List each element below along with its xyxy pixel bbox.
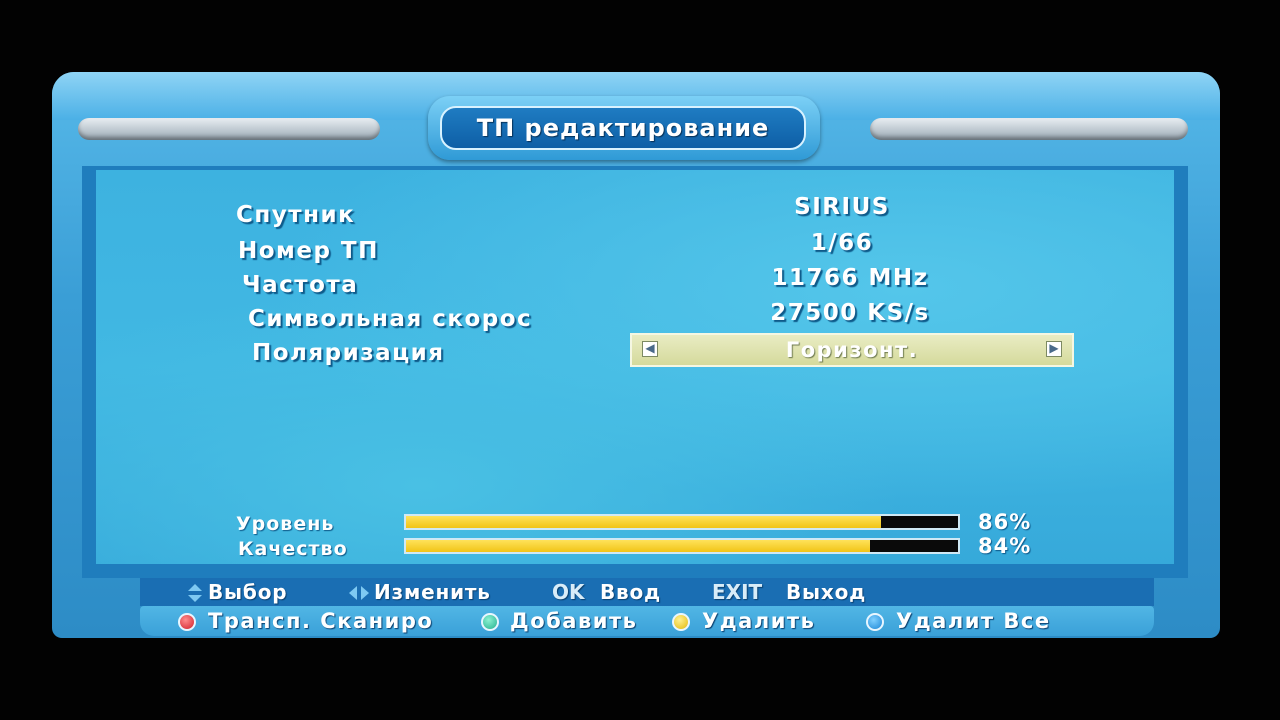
tp-number-value[interactable]: 1/66 — [682, 230, 1002, 256]
title-rail-right — [870, 118, 1188, 140]
symbol-rate-value[interactable]: 27500 KS/s — [690, 300, 1010, 326]
red-key-icon — [178, 613, 196, 631]
quality-bar-fill — [406, 540, 870, 552]
title-rail-left — [78, 118, 380, 140]
hint-enter: Ввод — [600, 580, 661, 604]
quality-percent: 84% — [978, 534, 1032, 558]
quality-label: Качество — [238, 538, 348, 560]
quality-bar — [404, 538, 960, 554]
satellite-value[interactable]: SIRIUS — [682, 194, 1002, 220]
level-bar-fill — [406, 516, 881, 528]
left-right-arrow-icon — [349, 586, 369, 600]
polarization-value: Горизонт. — [785, 338, 919, 362]
level-bar — [404, 514, 960, 530]
yellow-key-icon — [672, 613, 690, 631]
ok-key-label: OK — [552, 580, 585, 604]
exit-key-label: EXIT — [712, 580, 763, 604]
blue-key-icon — [866, 613, 884, 631]
polarization-label: Поляризация — [252, 340, 445, 366]
polarization-selector[interactable]: ◀ Горизонт. ▶ — [630, 333, 1074, 367]
hint-exit: Выход — [786, 580, 867, 604]
satellite-label: Спутник — [236, 202, 356, 228]
hint-select: Выбор — [208, 580, 288, 604]
hint-red-transponder-scan: Трансп. Сканиро — [208, 609, 434, 633]
hint-blue-delete-all: Удалит Все — [896, 609, 1051, 633]
hint-yellow-delete: Удалить — [702, 609, 816, 633]
up-down-arrow-icon — [188, 584, 202, 602]
frequency-label: Частота — [242, 272, 359, 298]
symbol-rate-label: Символьная скорос — [248, 306, 533, 332]
tp-number-label: Номер ТП — [238, 238, 379, 264]
hint-green-add: Добавить — [510, 609, 638, 633]
frequency-value[interactable]: 11766 MHz — [690, 265, 1010, 291]
hint-change: Изменить — [374, 580, 491, 604]
green-key-icon — [481, 613, 499, 631]
content-panel — [96, 170, 1174, 564]
tv-screen: ТП редактирование Спутник SIRIUS Номер Т… — [0, 0, 1280, 720]
level-label: Уровень — [236, 513, 335, 535]
dialog-title: ТП редактирование — [440, 106, 806, 150]
arrow-right-icon[interactable]: ▶ — [1046, 341, 1062, 357]
level-percent: 86% — [978, 510, 1032, 534]
